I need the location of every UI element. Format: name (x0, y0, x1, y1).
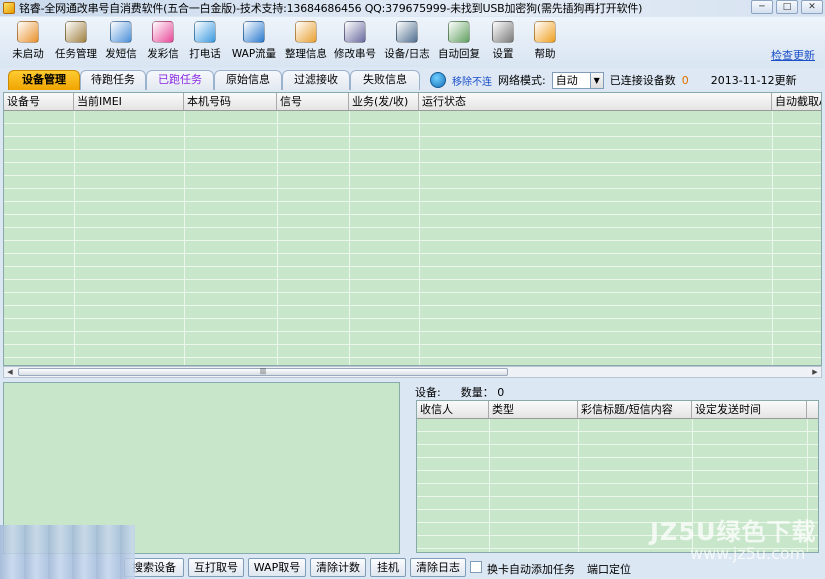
device-log-icon (396, 21, 418, 43)
help-icon (534, 21, 556, 43)
horizontal-scrollbar[interactable]: ◀ ||| ▶ (3, 366, 822, 378)
toolbar-help-button[interactable]: 帮助 (530, 19, 560, 65)
mms-icon (152, 21, 174, 43)
connected-devices-count: 0 (681, 73, 689, 87)
port-locate-label[interactable]: 端口定位 (587, 561, 631, 577)
column-header[interactable]: 信号 (277, 93, 349, 111)
toolbar-sms-button[interactable]: 发短信 (102, 19, 140, 65)
update-date: 2013-11-12更新 (710, 74, 797, 87)
watermark-url: www.jz5u.com (690, 544, 806, 563)
chevron-down-icon[interactable]: ▼ (589, 72, 603, 88)
clear-log-button[interactable]: 清除日志 (410, 558, 466, 577)
wap-number-button[interactable]: WAP取号 (248, 558, 306, 577)
phone-call-icon (194, 21, 216, 43)
grid-body (4, 111, 821, 365)
wap-browser-icon (243, 21, 265, 43)
column-header[interactable]: 当前IMEI (74, 93, 184, 111)
grid-divider (419, 111, 420, 365)
toolbar-task-manager-button[interactable]: 任务管理 (52, 19, 100, 65)
column-header[interactable]: 本机号码 (184, 93, 277, 111)
grid-divider (578, 419, 579, 552)
scroll-left-icon[interactable]: ◀ (4, 367, 16, 377)
column-header[interactable]: 运行状态 (419, 93, 772, 111)
column-header[interactable]: 设定发送时间 (692, 401, 807, 419)
start-icon (17, 21, 39, 43)
modify-imei-icon (344, 21, 366, 43)
grid-divider (489, 419, 490, 552)
settings-icon (492, 21, 514, 43)
connected-devices-label: 已连接设备数 (609, 74, 676, 87)
grid-divider (74, 111, 75, 365)
close-button[interactable]: ✕ (801, 0, 823, 14)
grid-divider (184, 111, 185, 365)
clear-count-button[interactable]: 清除计数 (310, 558, 366, 577)
minimize-button[interactable]: ─ (751, 0, 773, 14)
toolbar: 未启动 任务管理 发短信 发彩信 打电话 WAP流量 整理信息 修改串号 设备/… (0, 17, 825, 67)
column-header[interactable]: 收信人 (417, 401, 489, 419)
scroll-right-icon[interactable]: ▶ (809, 367, 821, 377)
column-header[interactable]: 设备号 (4, 93, 74, 111)
toolbar-modify-imei-button[interactable]: 修改串号 (331, 19, 379, 65)
remove-icon[interactable] (430, 72, 446, 88)
tab-device-management[interactable]: 设备管理 (8, 70, 80, 90)
scroll-thumb[interactable]: ||| (18, 368, 508, 376)
column-header[interactable]: 业务(发/收) (349, 93, 419, 111)
network-mode-value: 自动 (555, 74, 578, 87)
column-header[interactable]: 彩信标题/短信内容 (578, 401, 692, 419)
column-header[interactable]: 类型 (489, 401, 578, 419)
task-panel-header: 设备: 数量： 0 (415, 384, 504, 400)
grid-divider (349, 111, 350, 365)
maximize-button[interactable]: □ (776, 0, 798, 14)
grid-divider (277, 111, 278, 365)
app-icon (3, 2, 15, 14)
toolbar-start-button[interactable]: 未启动 (8, 19, 48, 65)
count-value: 0 (497, 386, 505, 399)
window-title: 铭睿-全网通改串号自消费软件(五合一白金版)-技术支持:13684686456 … (19, 2, 643, 15)
task-manager-icon (65, 21, 87, 43)
network-mode-label: 网络模式: (498, 74, 546, 87)
toolbar-organize-button[interactable]: 整理信息 (282, 19, 330, 65)
grid-divider (772, 111, 773, 365)
auto-add-task-label: 换卡自动添加任务 (487, 563, 575, 576)
count-label: 数量： (460, 386, 494, 399)
tab-raw-info[interactable]: 原始信息 (214, 70, 282, 90)
column-header[interactable]: 自动截取A (772, 93, 821, 111)
watermark-title: JZ5U绿色下载 (650, 518, 817, 546)
blurred-region (0, 525, 135, 579)
remove-disconnected-link[interactable]: 移除不连 (452, 73, 492, 88)
hang-up-button[interactable]: 挂机 (370, 558, 406, 577)
tab-filter-receive[interactable]: 过滤接收 (282, 70, 350, 90)
tab-failed-info[interactable]: 失败信息 (350, 70, 420, 90)
check-update-link[interactable]: 检查更新 (771, 47, 815, 63)
toolbar-phone-call-button[interactable]: 打电话 (186, 19, 224, 65)
device-label: 设备: (415, 386, 441, 399)
toolbar-wap-button[interactable]: WAP流量 (228, 19, 280, 65)
network-mode-select[interactable]: 自动 ▼ (551, 71, 604, 89)
toolbar-settings-button[interactable]: 设置 (488, 19, 518, 65)
toolbar-mms-button[interactable]: 发彩信 (144, 19, 182, 65)
title-bar: 铭睿-全网通改串号自消费软件(五合一白金版)-技术支持:13684686456 … (0, 0, 825, 16)
status-area: 移除不连 网络模式: 自动 ▼ 已连接设备数 0 2013-11-12更新 (430, 70, 797, 90)
device-grid[interactable]: 设备号 当前IMEI 本机号码 信号 业务(发/收) 运行状态 自动截取A (3, 92, 822, 366)
auto-add-task-checkbox[interactable] (470, 561, 482, 573)
organize-icon (295, 21, 317, 43)
column-header-filler (807, 401, 818, 419)
mutual-call-button[interactable]: 互打取号 (188, 558, 244, 577)
toolbar-auto-reply-button[interactable]: 自动回复 (435, 19, 483, 65)
auto-reply-icon (448, 21, 470, 43)
sms-icon (110, 21, 132, 43)
tab-pending-tasks[interactable]: 待跑任务 (80, 70, 146, 90)
tab-completed-tasks[interactable]: 已跑任务 (146, 70, 214, 90)
toolbar-device-log-button[interactable]: 设备/日志 (381, 19, 433, 65)
